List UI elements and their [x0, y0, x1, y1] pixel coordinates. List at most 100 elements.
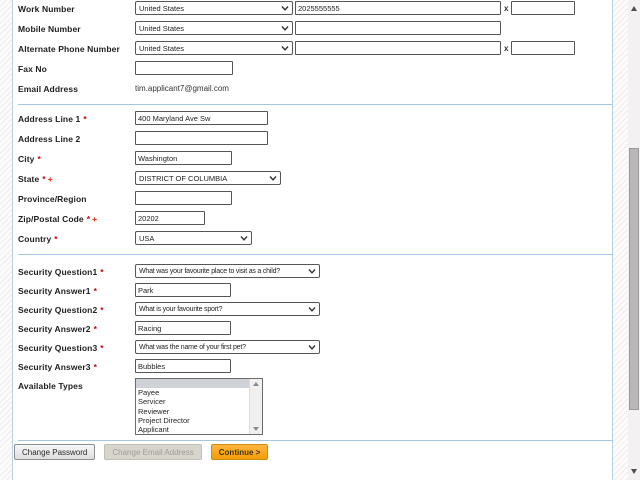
form-content: Work Number United States x Mobile Numbe…	[13, 0, 612, 480]
fax-input[interactable]	[135, 61, 233, 75]
list-item[interactable]	[136, 379, 249, 389]
zip-row: Zip/Postal Code * +	[18, 211, 612, 225]
scroll-down-icon[interactable]	[253, 427, 259, 431]
security-answer1-label: Security Answer1 *	[18, 286, 98, 296]
address-line1-input[interactable]	[135, 111, 268, 125]
scroll-down-icon[interactable]	[631, 469, 637, 474]
page-scrollbar[interactable]	[628, 0, 640, 480]
work-country-select[interactable]: United States	[135, 1, 293, 15]
mobile-number-label: Mobile Number	[18, 24, 81, 34]
chevron-down-icon	[308, 268, 316, 274]
mobile-number-row: Mobile Number United States	[18, 21, 612, 35]
security-question1-select[interactable]: What was your favourite place to visit a…	[135, 264, 320, 278]
security-answer1-input[interactable]	[135, 283, 231, 297]
listbox-scrollbar[interactable]	[249, 379, 262, 434]
work-ext-input[interactable]	[511, 1, 576, 15]
list-item[interactable]: Reviewer	[136, 407, 249, 416]
security-question2-value: What is your favourite sport?	[139, 305, 223, 313]
alternate-country-select[interactable]: United States	[135, 41, 293, 55]
security-question3-select[interactable]: What was the name of your first pet?	[135, 340, 320, 354]
section-divider	[18, 440, 612, 441]
security-answer2-row: Security Answer2 *	[18, 321, 612, 335]
state-row: State * + DISTRICT OF COLUMBIA	[18, 171, 612, 185]
scroll-up-icon[interactable]	[253, 382, 259, 386]
available-types-label: Available Types	[18, 381, 83, 391]
alternate-phone-row: Alternate Phone Number United States x	[18, 41, 612, 55]
work-country-value: United States	[139, 3, 185, 13]
security-question3-value: What was the name of your first pet?	[139, 343, 246, 351]
country-value: USA	[139, 233, 155, 243]
province-input[interactable]	[135, 191, 232, 205]
country-select[interactable]: USA	[135, 231, 252, 245]
list-item[interactable]: Payee	[136, 388, 249, 397]
right-margin-pattern	[612, 0, 628, 480]
scroll-up-icon[interactable]	[631, 6, 637, 11]
address-line1-label: Address Line 1 *	[18, 114, 87, 124]
zip-input[interactable]	[135, 211, 205, 225]
security-answer3-row: Security Answer3 *	[18, 359, 612, 373]
state-value: DISTRICT OF COLUMBIA	[139, 173, 228, 183]
chevron-down-icon	[281, 5, 289, 11]
change-email-address-button[interactable]: Change Email Address	[104, 444, 202, 460]
alternate-ext-label: x	[504, 44, 509, 53]
city-row: City *	[18, 151, 612, 165]
state-select[interactable]: DISTRICT OF COLUMBIA	[135, 171, 281, 185]
scrollbar-thumb[interactable]	[629, 148, 639, 410]
alternate-number-input[interactable]	[295, 41, 501, 55]
address-line2-input[interactable]	[135, 131, 268, 145]
work-number-input[interactable]	[295, 1, 501, 15]
required-asterisk: *	[100, 343, 104, 353]
security-question2-label: Security Question2 *	[18, 305, 104, 315]
province-label: Province/Region	[18, 194, 87, 204]
address-line1-row: Address Line 1 *	[18, 111, 612, 125]
security-answer1-row: Security Answer1 *	[18, 283, 612, 297]
available-types-row: Available Types Payee Servicer Reviewer …	[18, 378, 612, 435]
security-question3-row: Security Question3 * What was the name of…	[18, 340, 612, 354]
alternate-phone-label: Alternate Phone Number	[18, 44, 120, 54]
account-details-form-page: Work Number United States x Mobile Numbe…	[0, 0, 640, 480]
security-question2-row: Security Question2 * What is your favouri…	[18, 302, 612, 316]
security-question1-label: Security Question1 *	[18, 267, 104, 277]
security-question1-value: What was your favourite place to visit a…	[139, 267, 280, 275]
email-row: Email Address tim.applicant7@gmail.com	[18, 81, 612, 94]
city-input[interactable]	[135, 151, 232, 165]
state-label: State * +	[18, 174, 53, 184]
required-asterisk: *	[100, 305, 104, 315]
security-question2-select[interactable]: What is your favourite sport?	[135, 302, 320, 316]
list-item[interactable]: Applicant	[136, 425, 249, 434]
change-password-button[interactable]: Change Password	[14, 444, 96, 460]
security-answer3-input[interactable]	[135, 359, 231, 373]
required-asterisk: *	[93, 324, 98, 334]
mobile-country-value: United States	[139, 23, 185, 33]
left-margin-pattern	[0, 0, 13, 480]
chevron-down-icon	[269, 175, 277, 181]
continue-button[interactable]: Continue >	[210, 444, 269, 460]
contact-section: Work Number United States x Mobile Numbe…	[18, 0, 612, 94]
security-answer2-label: Security Answer2 *	[18, 324, 98, 334]
alternate-ext-input[interactable]	[511, 41, 576, 55]
country-row: Country * USA	[18, 231, 612, 245]
address-section: Address Line 1* Address Line 2 City* Sta…	[18, 105, 612, 245]
list-item[interactable]: Project Director	[136, 416, 249, 425]
available-types-listbox[interactable]: Payee Servicer Reviewer Project Director…	[135, 378, 263, 435]
chevron-down-icon	[281, 25, 289, 31]
address-line2-row: Address Line 2	[18, 131, 612, 145]
work-number-row: Work Number United States x	[18, 1, 612, 15]
address-line2-label: Address Line 2	[18, 134, 81, 144]
plus-marker: +	[47, 174, 53, 184]
alternate-country-value: United States	[139, 43, 185, 53]
email-value: tim.applicant7@gmail.com	[135, 84, 229, 93]
fax-row: Fax No	[18, 61, 612, 75]
zip-label: Zip/Postal Code * +	[18, 214, 98, 224]
mobile-country-select[interactable]: United States	[135, 21, 293, 35]
mobile-number-input[interactable]	[295, 21, 501, 35]
security-answer2-input[interactable]	[135, 321, 231, 335]
city-label: City *	[18, 154, 41, 164]
security-question1-row: Security Question1 * What was your favour…	[18, 264, 612, 278]
plus-marker: +	[92, 214, 98, 224]
required-asterisk: *	[37, 154, 41, 164]
chevron-down-icon	[281, 45, 289, 51]
required-asterisk: *	[93, 286, 98, 296]
province-row: Province/Region	[18, 191, 612, 205]
list-item[interactable]: Servicer	[136, 397, 249, 406]
